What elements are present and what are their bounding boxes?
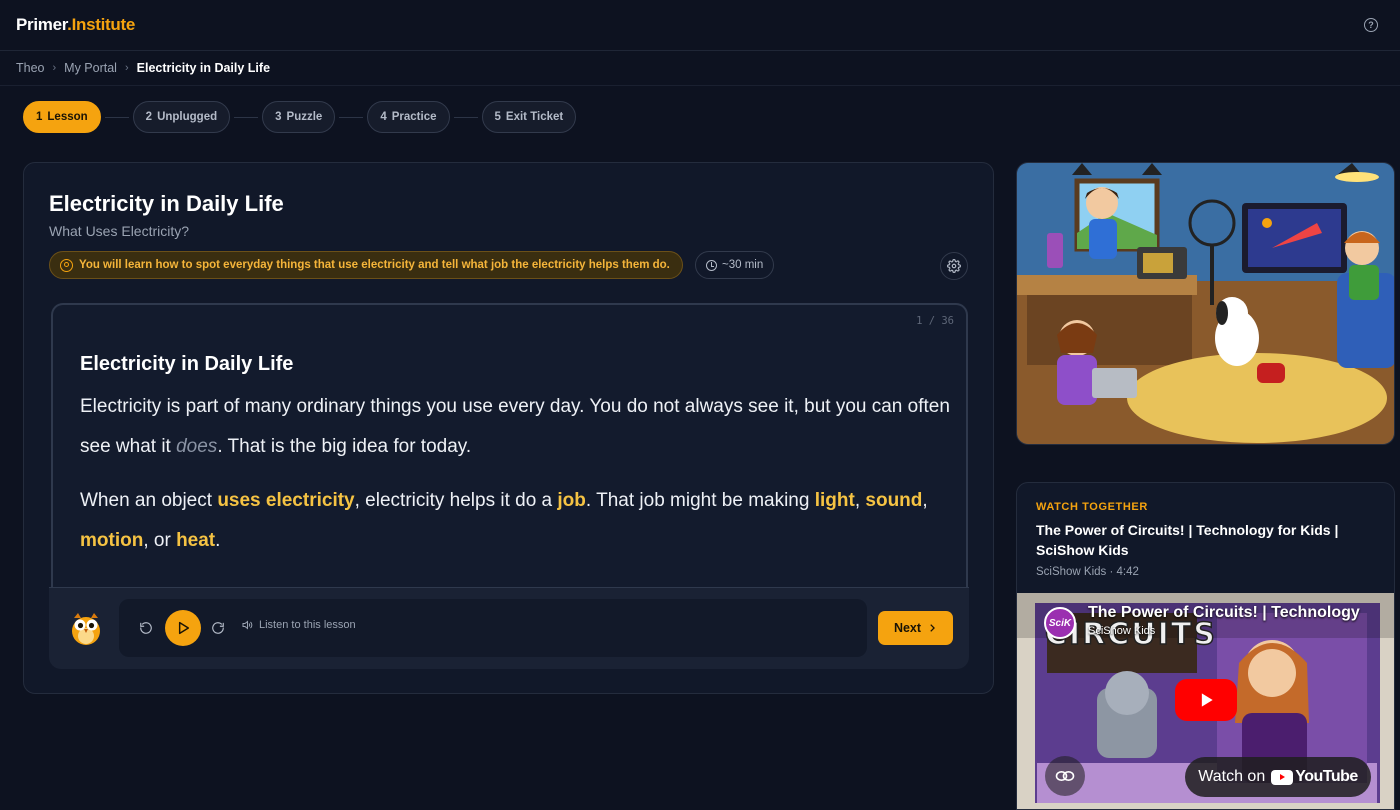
step-lesson[interactable]: 1 Lesson xyxy=(23,101,101,133)
lesson-illustration xyxy=(1016,162,1395,445)
step-connector xyxy=(104,116,129,118)
embed-title: The Power of Circuits! | Technology xyxy=(1088,604,1360,621)
play-icon xyxy=(1201,693,1213,707)
embed-channel: SciShow Kids xyxy=(1088,625,1156,637)
speaker-icon xyxy=(242,620,253,630)
chevron-right-icon: › xyxy=(52,62,57,74)
breadcrumb-item-portal[interactable]: My Portal xyxy=(64,61,117,75)
divider xyxy=(0,85,1400,86)
breadcrumb-item-current: Electricity in Daily Life xyxy=(136,61,271,75)
breadcrumb-item-user[interactable]: Theo xyxy=(16,61,45,75)
lesson-card: Electricity in Daily Life What Uses Elec… xyxy=(23,162,994,694)
objective-badge: You will learn how to spot everyday thin… xyxy=(49,251,683,279)
settings-button[interactable] xyxy=(940,252,968,280)
lesson-reader[interactable]: 1 / 36 Electricity in Daily Life Electri… xyxy=(51,303,968,587)
top-bar: Primer.Institute ? xyxy=(0,0,1400,51)
play-button[interactable] xyxy=(165,610,201,646)
lesson-title: Electricity in Daily Life xyxy=(49,191,284,216)
duration-badge: ~30 min xyxy=(695,251,775,279)
step-practice[interactable]: 4 Practice xyxy=(367,101,450,133)
help-icon[interactable]: ? xyxy=(1364,18,1378,32)
next-button[interactable]: Next xyxy=(878,611,953,645)
playback-controls: Listen to this lesson xyxy=(119,599,867,657)
slide-counter: 1 / 36 xyxy=(916,315,954,327)
reader-title: Electricity in Daily Life xyxy=(80,353,294,375)
breadcrumb: Theo › My Portal › Electricity in Daily … xyxy=(16,60,270,76)
lesson-stepper: 1 Lesson 2 Unplugged 3 Puzzle 4 Practice 5 Ex… xyxy=(23,101,577,133)
video-title[interactable]: The Power of Circuits! | Technology for … xyxy=(1036,520,1376,560)
reader-paragraph-2: When an object uses electricity, electri… xyxy=(80,490,928,551)
link-icon[interactable] xyxy=(1045,756,1085,796)
reader-paragraph-1: Electricity is part of many ordinary thi… xyxy=(80,396,950,457)
youtube-logo: YouTube xyxy=(1271,768,1358,786)
rewind-icon[interactable] xyxy=(139,621,153,635)
owl-mascot-icon xyxy=(72,613,100,645)
youtube-play-button[interactable] xyxy=(1175,679,1237,721)
step-exit-ticket[interactable]: 5 Exit Ticket xyxy=(481,101,577,133)
brand-logo[interactable]: Primer.Institute xyxy=(16,15,135,35)
clock-icon xyxy=(706,259,717,271)
play-icon xyxy=(178,621,190,635)
video-card: WATCH TOGETHER The Power of Circuits! | … xyxy=(1016,482,1395,810)
video-section-label: WATCH TOGETHER xyxy=(1036,501,1148,513)
video-embed[interactable]: CIRCUITS SciK The Power of Circuits! | T… xyxy=(1017,593,1394,809)
step-connector xyxy=(453,116,478,118)
youtube-logo-icon xyxy=(1271,769,1294,785)
step-unplugged[interactable]: 2 Unplugged xyxy=(132,101,231,133)
step-connector xyxy=(234,116,259,118)
lesson-subtitle: What Uses Electricity? xyxy=(49,223,190,239)
gear-icon xyxy=(947,259,961,273)
channel-avatar: SciK xyxy=(1044,607,1076,639)
chevron-right-icon xyxy=(930,624,936,632)
forward-icon[interactable] xyxy=(211,621,225,635)
reader-body: Electricity is part of many ordinary thi… xyxy=(80,387,950,575)
audio-player: Listen to this lesson Next xyxy=(49,587,969,669)
step-puzzle[interactable]: 3 Puzzle xyxy=(262,101,336,133)
chevron-right-icon: › xyxy=(124,62,129,74)
target-icon xyxy=(60,258,73,272)
listen-label: Listen to this lesson xyxy=(241,619,356,631)
step-connector xyxy=(339,116,364,118)
watch-on-youtube-button[interactable]: Watch on YouTube xyxy=(1185,757,1371,797)
video-meta: SciShow Kids · 4:42 xyxy=(1036,566,1139,578)
